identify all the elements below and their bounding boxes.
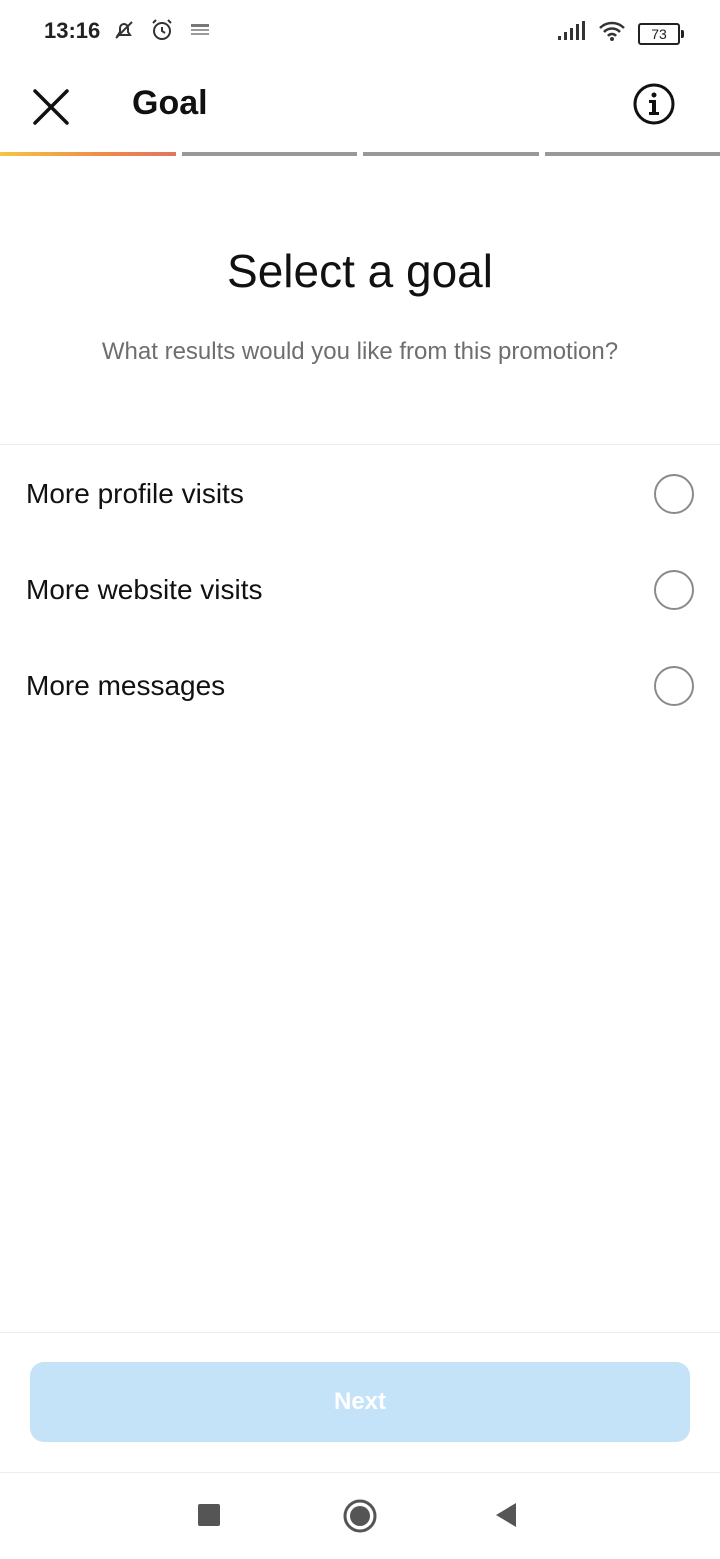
divider bbox=[0, 444, 720, 445]
top-app-bar: Goal bbox=[0, 64, 720, 148]
info-button[interactable] bbox=[632, 82, 676, 126]
notification-icon bbox=[188, 18, 212, 47]
goal-option-website-visits[interactable]: More website visits bbox=[0, 542, 720, 638]
wifi-icon bbox=[598, 20, 626, 47]
promotion-goal-screen: 13:16 73 Goal Select a goal What results… bbox=[0, 0, 720, 1559]
status-icons-right: 73 bbox=[558, 20, 684, 47]
nav-divider bbox=[0, 1472, 720, 1473]
goal-option-messages[interactable]: More messages bbox=[0, 638, 720, 734]
goal-option-profile-visits[interactable]: More profile visits bbox=[0, 446, 720, 542]
status-icons-left bbox=[112, 18, 212, 47]
page-title: Goal bbox=[132, 84, 208, 122]
alarm-off-icon bbox=[112, 18, 136, 47]
battery-icon: 73 bbox=[638, 22, 684, 45]
goal-options-list: More profile visits More website visits … bbox=[0, 446, 720, 734]
radio-button[interactable] bbox=[654, 666, 694, 706]
intro-section: Select a goal What results would you lik… bbox=[0, 244, 720, 366]
radio-button[interactable] bbox=[654, 474, 694, 514]
intro-subtitle: What results would you like from this pr… bbox=[101, 338, 619, 365]
alarm-clock-icon bbox=[150, 18, 174, 47]
option-label: More messages bbox=[26, 670, 226, 701]
progress-step-3 bbox=[363, 152, 539, 156]
radio-button[interactable] bbox=[654, 570, 694, 610]
close-icon bbox=[33, 89, 69, 125]
step-progress-bar bbox=[0, 152, 720, 156]
close-button[interactable] bbox=[28, 84, 74, 130]
next-button[interactable]: Next bbox=[30, 1362, 690, 1442]
option-label: More website visits bbox=[26, 574, 263, 605]
home-icon[interactable] bbox=[343, 1499, 377, 1533]
footer-divider bbox=[0, 1332, 720, 1333]
status-time: 13:16 bbox=[44, 18, 101, 43]
progress-step-1 bbox=[0, 152, 176, 156]
intro-title: Select a goal bbox=[227, 245, 493, 297]
status-bar: 13:16 73 bbox=[0, 0, 720, 64]
recents-icon[interactable] bbox=[198, 1504, 220, 1526]
signal-icon bbox=[558, 21, 586, 46]
system-nav-bar bbox=[0, 1474, 720, 1559]
progress-step-2 bbox=[181, 152, 357, 156]
progress-step-4 bbox=[544, 152, 720, 156]
option-label: More profile visits bbox=[26, 478, 244, 509]
back-icon[interactable] bbox=[494, 1502, 518, 1528]
info-icon bbox=[633, 83, 675, 125]
